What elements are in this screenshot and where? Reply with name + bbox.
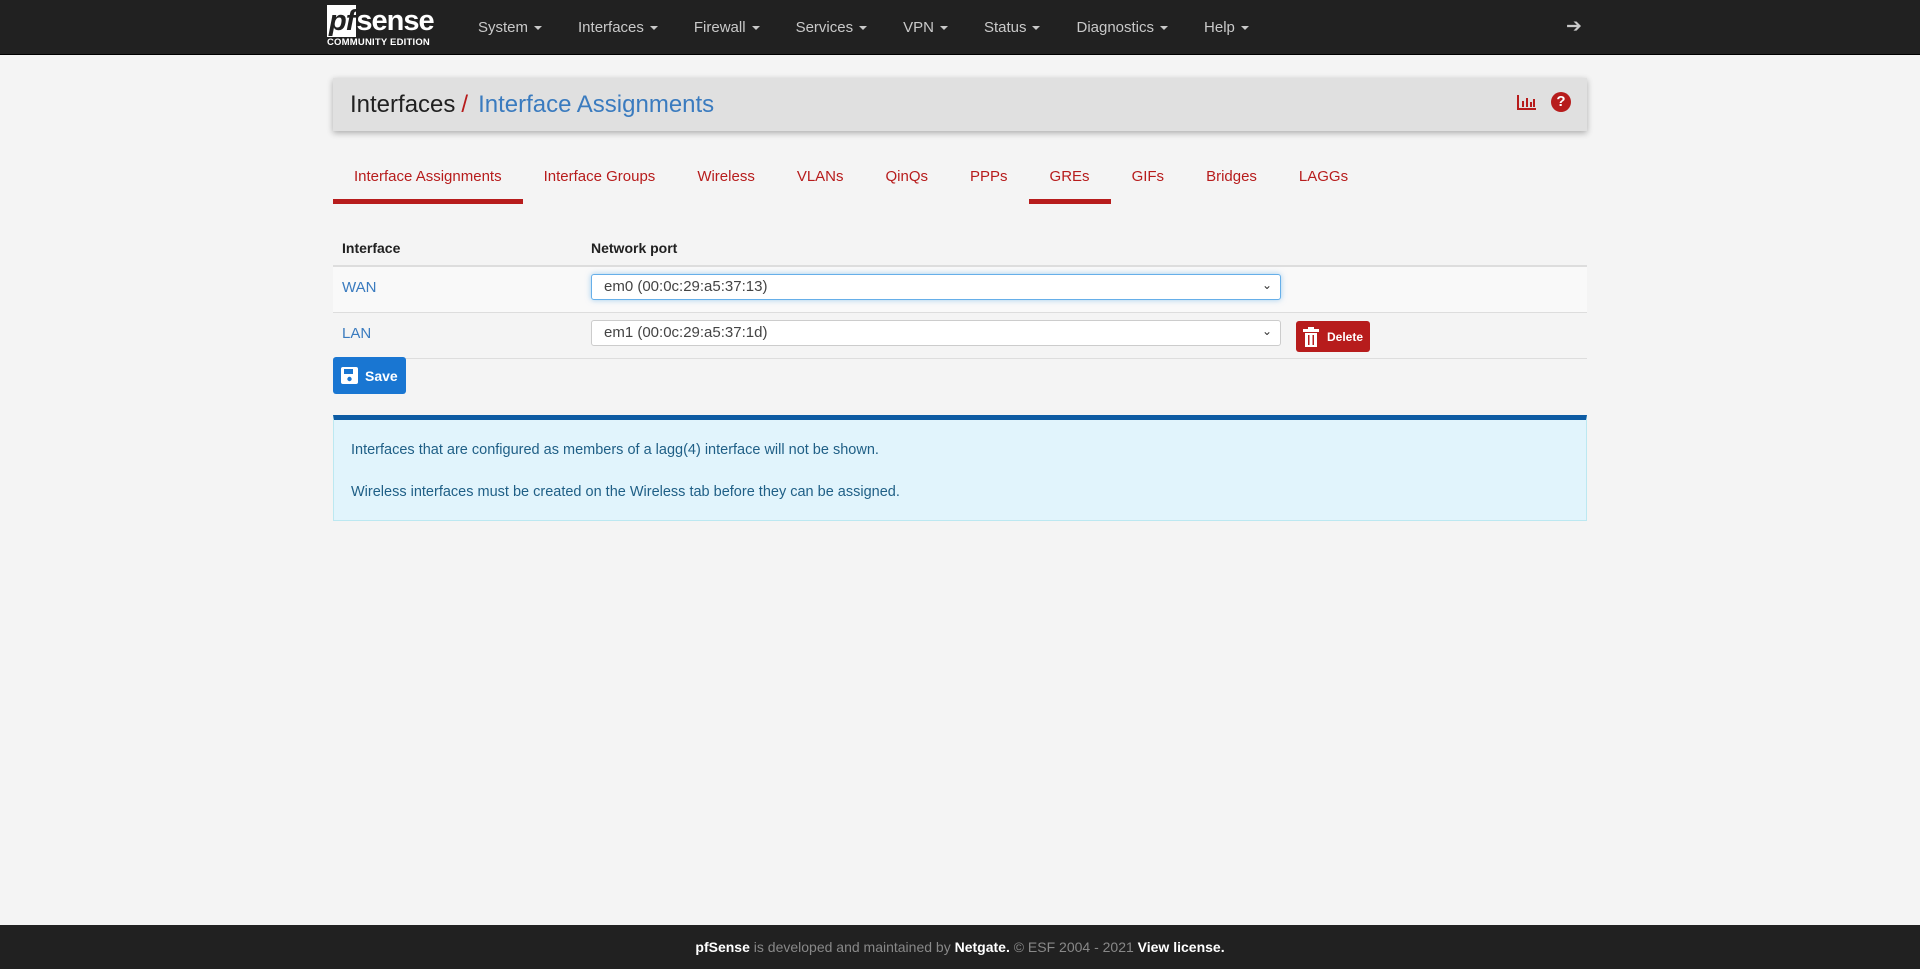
- chart-icon[interactable]: [1517, 94, 1537, 110]
- footer-brand: pfSense: [695, 939, 750, 955]
- main-menu: System Interfaces Firewall Services VPN …: [460, 0, 1267, 55]
- save-label: Save: [365, 367, 398, 384]
- navbar: pfsense COMMUNITY EDITION System Interfa…: [0, 0, 1920, 55]
- tab-interface-groups[interactable]: Interface Groups: [523, 160, 677, 204]
- tab-interface-assignments[interactable]: Interface Assignments: [333, 160, 523, 204]
- table-row: LAN em1 (00:0c:29:a5:37:1d) ⌄ Delete: [333, 313, 1587, 359]
- tab-vlans[interactable]: VLANs: [776, 160, 865, 204]
- breadcrumb: Interfaces / Interface Assignments ?: [333, 78, 1587, 131]
- menu-firewall[interactable]: Firewall: [676, 19, 778, 36]
- tab-bridges[interactable]: Bridges: [1185, 160, 1278, 204]
- menu-help[interactable]: Help: [1186, 19, 1267, 36]
- tab-gres[interactable]: GREs: [1028, 160, 1111, 204]
- logo-pf: pf: [327, 5, 357, 37]
- footer-copyright: © ESF 2004 - 2021: [1009, 939, 1138, 955]
- logo-sense: sense: [356, 5, 434, 37]
- footer-netgate-link[interactable]: Netgate.: [955, 939, 1010, 955]
- save-button[interactable]: Save: [333, 357, 406, 394]
- menu-services[interactable]: Services: [778, 19, 886, 36]
- header-interface: Interface: [342, 239, 401, 256]
- delete-button[interactable]: Delete: [1296, 321, 1371, 352]
- breadcrumb-parent[interactable]: Interfaces: [350, 91, 455, 119]
- info-alert: Interfaces that are configured as member…: [333, 415, 1587, 521]
- tab-ppps[interactable]: PPPs: [949, 160, 1029, 204]
- network-port-select-wan[interactable]: em0 (00:0c:29:a5:37:13) ⌄: [591, 274, 1281, 300]
- tab-laggs[interactable]: LAGGs: [1278, 160, 1369, 204]
- header-network-port: Network port: [591, 239, 678, 256]
- footer: pfSense is developed and maintained by N…: [0, 925, 1920, 969]
- menu-interfaces[interactable]: Interfaces: [560, 19, 676, 36]
- pfsense-logo[interactable]: pfsense COMMUNITY EDITION: [327, 5, 435, 48]
- menu-system[interactable]: System: [460, 19, 560, 36]
- info-text-lagg: Interfaces that are configured as member…: [351, 442, 879, 458]
- network-port-select-lan[interactable]: em1 (00:0c:29:a5:37:1d) ⌄: [591, 320, 1281, 346]
- menu-status[interactable]: Status: [966, 19, 1059, 36]
- menu-vpn[interactable]: VPN: [885, 19, 966, 36]
- save-icon: [341, 367, 358, 384]
- footer-license-link[interactable]: View license.: [1138, 939, 1225, 955]
- interface-link-lan[interactable]: LAN: [342, 325, 591, 342]
- breadcrumb-separator: /: [461, 90, 469, 118]
- trash-icon: [1303, 326, 1319, 347]
- select-value: em0 (00:0c:29:a5:37:13): [604, 278, 768, 295]
- delete-label: Delete: [1327, 329, 1364, 344]
- table-header: Interface Network port: [333, 230, 1587, 267]
- tab-bar: Interface Assignments Interface Groups W…: [333, 160, 1369, 204]
- menu-diagnostics[interactable]: Diagnostics: [1058, 19, 1186, 36]
- table-row: WAN em0 (00:0c:29:a5:37:13) ⌄: [333, 267, 1587, 313]
- tab-qinqs[interactable]: QinQs: [865, 160, 950, 204]
- interface-link-wan[interactable]: WAN: [342, 279, 591, 296]
- help-icon[interactable]: ?: [1551, 92, 1571, 112]
- logout-icon[interactable]: ➔: [1566, 15, 1582, 38]
- logo-edition: COMMUNITY EDITION: [327, 37, 430, 48]
- select-value: em1 (00:0c:29:a5:37:1d): [604, 324, 768, 341]
- breadcrumb-current[interactable]: Interface Assignments: [478, 91, 714, 119]
- assignments-table: Interface Network port WAN em0 (00:0c:29…: [333, 230, 1587, 359]
- tab-wireless[interactable]: Wireless: [676, 160, 776, 204]
- chevron-down-icon: ⌄: [1261, 324, 1272, 338]
- footer-text: is developed and maintained by: [749, 939, 955, 955]
- tab-gifs[interactable]: GIFs: [1111, 160, 1186, 204]
- info-text-wireless: Wireless interfaces must be created on t…: [351, 484, 900, 500]
- chevron-down-icon: ⌄: [1261, 278, 1272, 292]
